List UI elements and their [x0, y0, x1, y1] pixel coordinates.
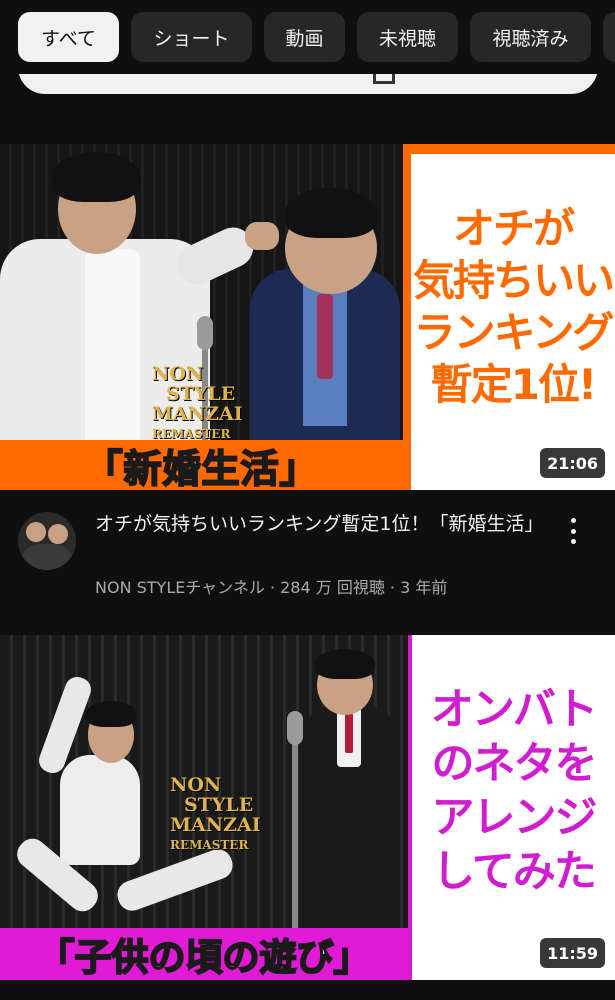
thumbnail-text-panel: オチが 気持ちいい ランキング 暫定1位!: [403, 144, 615, 490]
thumbnail-caption: 「新婚生活」: [0, 440, 403, 490]
microphone-icon: [287, 711, 303, 745]
thumbnail-caption: 「子供の頃の遊び」: [0, 928, 408, 980]
thumbnail-text-panel: オンバト のネタを アレンジ してみた: [408, 635, 615, 980]
chip-watched[interactable]: 視聴済み: [470, 12, 591, 62]
chip-shorts[interactable]: ショート: [131, 12, 252, 62]
filter-chip-bar: すべて ショート 動画 未視聴 視聴済み: [0, 0, 615, 74]
brand-logo: NON STYLE MANZAI REMASTER: [152, 363, 243, 441]
chip-unwatched[interactable]: 未視聴: [357, 12, 458, 62]
video-thumbnail[interactable]: NON STYLE MANZAI REMASTER 「子供の頃の遊び」 オンバト…: [0, 635, 615, 980]
chip-more[interactable]: [603, 12, 615, 62]
video-metadata: オチが気持ちいいランキング暫定1位！「新婚生活」 NON STYLEチャンネル …: [0, 490, 615, 635]
video-title[interactable]: オチが気持ちいいランキング暫定1位！「新婚生活」: [95, 510, 545, 539]
video-thumbnail[interactable]: NON STYLE MANZAI REMASTER 「新婚生活」 オチが 気持ち…: [0, 144, 615, 490]
duration-badge: 11:59: [540, 938, 605, 968]
channel-avatar[interactable]: [18, 512, 76, 570]
duration-badge: 21:06: [540, 448, 605, 478]
video-subline: NON STYLEチャンネル · 284 万 回視聴 · 3 年前: [95, 578, 448, 597]
chip-videos[interactable]: 動画: [264, 12, 345, 62]
performer-right: [295, 635, 405, 935]
brand-logo: NON STYLE MANZAI REMASTER: [170, 774, 261, 852]
microphone-icon: [197, 316, 213, 350]
microphone-stand: [292, 735, 298, 935]
more-options-icon[interactable]: [560, 514, 586, 548]
chip-all[interactable]: すべて: [18, 12, 119, 62]
performer-right: [245, 144, 405, 444]
